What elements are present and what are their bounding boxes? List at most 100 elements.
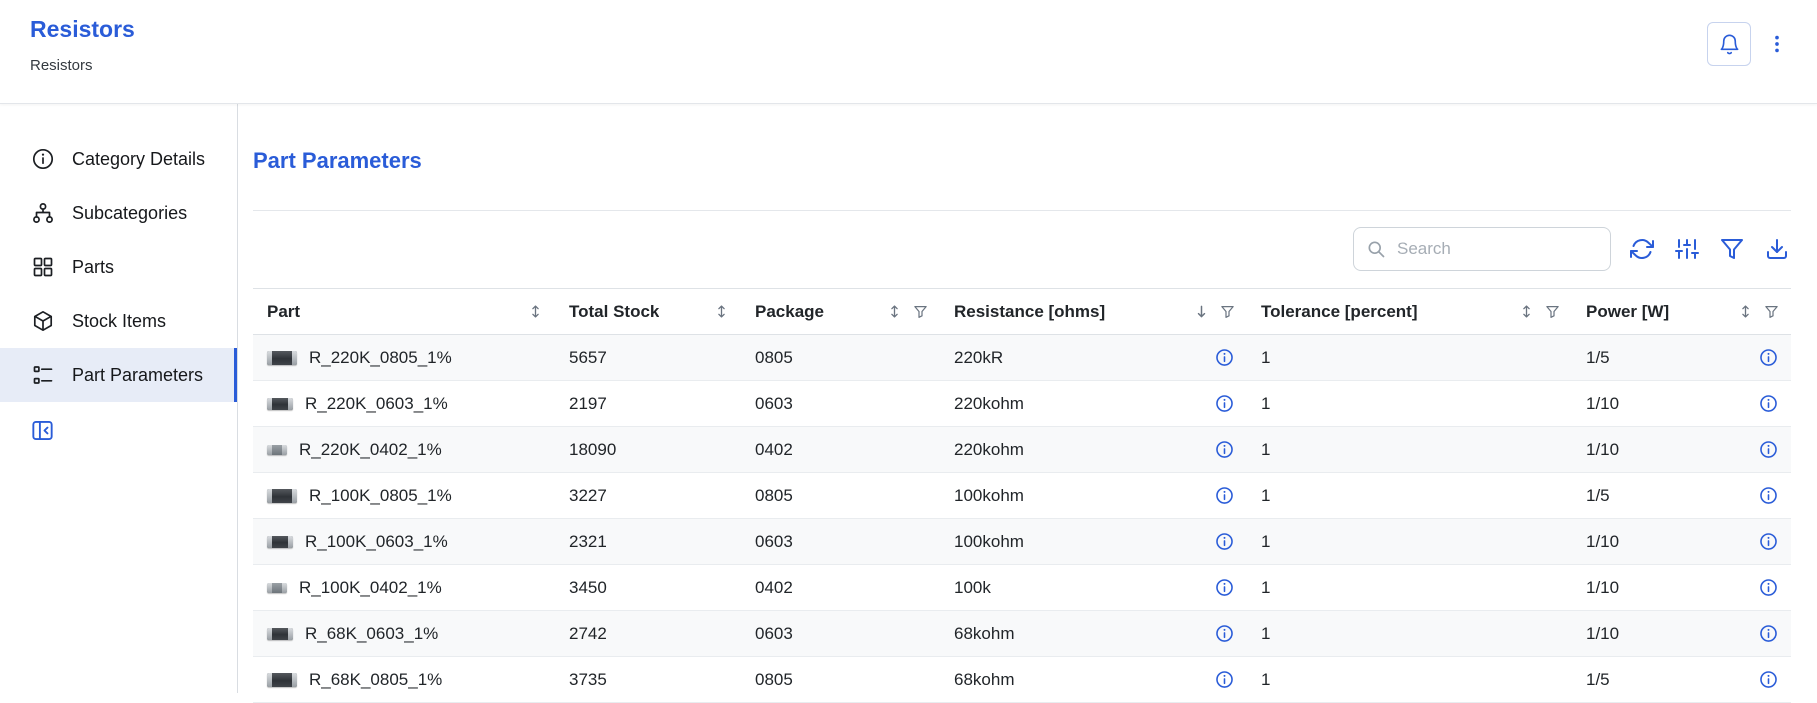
total-stock-cell: 3227 <box>555 473 741 519</box>
tolerance-cell: 1 <box>1247 427 1572 473</box>
part-thumbnail <box>267 445 287 455</box>
resistance-info-button[interactable] <box>1213 485 1235 507</box>
resistance-cell: 100kohm <box>940 519 1247 565</box>
table-row[interactable]: R_100K_0402_1% 3450 0402 100k 1 1/10 <box>253 565 1791 611</box>
power-info-button[interactable] <box>1757 347 1779 369</box>
table-row[interactable]: R_100K_0603_1% 2321 0603 100kohm 1 1/10 <box>253 519 1791 565</box>
info-icon <box>1215 532 1234 551</box>
overflow-menu-button[interactable] <box>1763 22 1791 66</box>
table-row[interactable]: R_68K_0805_1% 3735 0805 68kohm 1 1/5 <box>253 657 1791 703</box>
sidebar-item-stock-items[interactable]: Stock Items <box>0 294 237 348</box>
part-name: R_68K_0603_1% <box>305 624 438 644</box>
power-cell: 1/10 <box>1572 611 1791 657</box>
column-header-part[interactable]: Part <box>253 289 555 335</box>
part-name: R_100K_0805_1% <box>309 486 452 506</box>
sidebar-collapse-button[interactable] <box>30 418 55 446</box>
search-box <box>1353 227 1611 271</box>
sort-both-icon <box>887 304 902 319</box>
table-body: R_220K_0805_1% 5657 0805 220kR 1 1/5 <box>253 335 1791 703</box>
column-filter-button[interactable] <box>1764 304 1779 319</box>
part-cell: R_100K_0402_1% <box>253 565 555 611</box>
part-thumbnail <box>267 628 293 640</box>
refresh-button[interactable] <box>1628 235 1656 263</box>
power-value: 1/5 <box>1586 670 1610 690</box>
app: Resistors Resistors <box>0 0 1817 693</box>
power-info-button[interactable] <box>1757 669 1779 691</box>
info-icon <box>1759 670 1778 689</box>
power-info-button[interactable] <box>1757 531 1779 553</box>
funnel-icon <box>1220 304 1235 319</box>
tolerance-cell: 1 <box>1247 381 1572 427</box>
column-filter-button[interactable] <box>913 304 928 319</box>
sliders-icon <box>1675 237 1699 261</box>
resistance-cell: 220kohm <box>940 381 1247 427</box>
column-filter-button[interactable] <box>1220 304 1235 319</box>
filter-button[interactable] <box>1718 235 1746 263</box>
resistance-info-button[interactable] <box>1213 623 1235 645</box>
info-icon <box>1215 440 1234 459</box>
sidebar-item-parts[interactable]: Parts <box>0 240 237 294</box>
sort-both-icon <box>1519 304 1534 319</box>
resistance-info-button[interactable] <box>1213 393 1235 415</box>
search-input[interactable] <box>1395 238 1598 260</box>
column-label: Tolerance [percent] <box>1261 302 1418 322</box>
resistance-value: 220kR <box>954 348 1003 368</box>
page-title: Resistors <box>30 16 135 44</box>
table-row[interactable]: R_220K_0603_1% 2197 0603 220kohm 1 1/10 <box>253 381 1791 427</box>
column-filter-button[interactable] <box>1545 304 1560 319</box>
sidebar-item-subcategories[interactable]: Subcategories <box>0 186 237 240</box>
sort-button[interactable] <box>1738 304 1753 319</box>
column-header-power[interactable]: Power [W] <box>1572 289 1791 335</box>
table-row[interactable]: R_220K_0805_1% 5657 0805 220kR 1 1/5 <box>253 335 1791 381</box>
breadcrumb[interactable]: Resistors <box>30 57 135 74</box>
column-header-resistance[interactable]: Resistance [ohms] <box>940 289 1247 335</box>
tolerance-cell: 1 <box>1247 335 1572 381</box>
sidebar-item-label: Category Details <box>72 149 205 170</box>
resistance-info-button[interactable] <box>1213 669 1235 691</box>
sidebar-item-category-details[interactable]: Category Details <box>0 132 237 186</box>
sort-button[interactable] <box>714 304 729 319</box>
power-value: 1/10 <box>1586 578 1619 598</box>
resistance-info-button[interactable] <box>1213 577 1235 599</box>
table-row[interactable]: R_220K_0402_1% 18090 0402 220kohm 1 1/10 <box>253 427 1791 473</box>
sort-button[interactable] <box>1519 304 1534 319</box>
power-cell: 1/10 <box>1572 381 1791 427</box>
sidebar-item-part-parameters[interactable]: Part Parameters <box>0 348 237 402</box>
sort-both-icon <box>714 304 729 319</box>
download-button[interactable] <box>1763 235 1791 263</box>
funnel-icon <box>1545 304 1560 319</box>
power-info-button[interactable] <box>1757 393 1779 415</box>
sort-button[interactable] <box>1194 304 1209 319</box>
sort-button[interactable] <box>528 304 543 319</box>
power-info-button[interactable] <box>1757 485 1779 507</box>
refresh-icon <box>1630 237 1654 261</box>
column-label: Package <box>755 302 824 322</box>
power-info-button[interactable] <box>1757 577 1779 599</box>
funnel-icon <box>913 304 928 319</box>
part-cell: R_100K_0603_1% <box>253 519 555 565</box>
sort-button[interactable] <box>887 304 902 319</box>
resistance-info-button[interactable] <box>1213 347 1235 369</box>
column-settings-button[interactable] <box>1673 235 1701 263</box>
resistance-info-button[interactable] <box>1213 439 1235 461</box>
resistance-info-button[interactable] <box>1213 531 1235 553</box>
sidebar-item-label: Stock Items <box>72 311 166 332</box>
list-icon <box>30 362 56 388</box>
table-toolbar <box>253 227 1791 271</box>
notifications-button[interactable] <box>1707 22 1751 66</box>
table-row[interactable]: R_68K_0603_1% 2742 0603 68kohm 1 1/10 <box>253 611 1791 657</box>
column-header-tolerance[interactable]: Tolerance [percent] <box>1247 289 1572 335</box>
power-info-button[interactable] <box>1757 623 1779 645</box>
column-header-package[interactable]: Package <box>741 289 940 335</box>
package-cell: 0805 <box>741 335 940 381</box>
tolerance-cell: 1 <box>1247 565 1572 611</box>
power-value: 1/10 <box>1586 532 1619 552</box>
info-icon <box>1215 348 1234 367</box>
sidebar-item-label: Subcategories <box>72 203 187 224</box>
power-info-button[interactable] <box>1757 439 1779 461</box>
power-value: 1/5 <box>1586 348 1610 368</box>
table-row[interactable]: R_100K_0805_1% 3227 0805 100kohm 1 1/5 <box>253 473 1791 519</box>
resistance-value: 100kohm <box>954 532 1024 552</box>
info-icon <box>1759 394 1778 413</box>
column-header-total-stock[interactable]: Total Stock <box>555 289 741 335</box>
